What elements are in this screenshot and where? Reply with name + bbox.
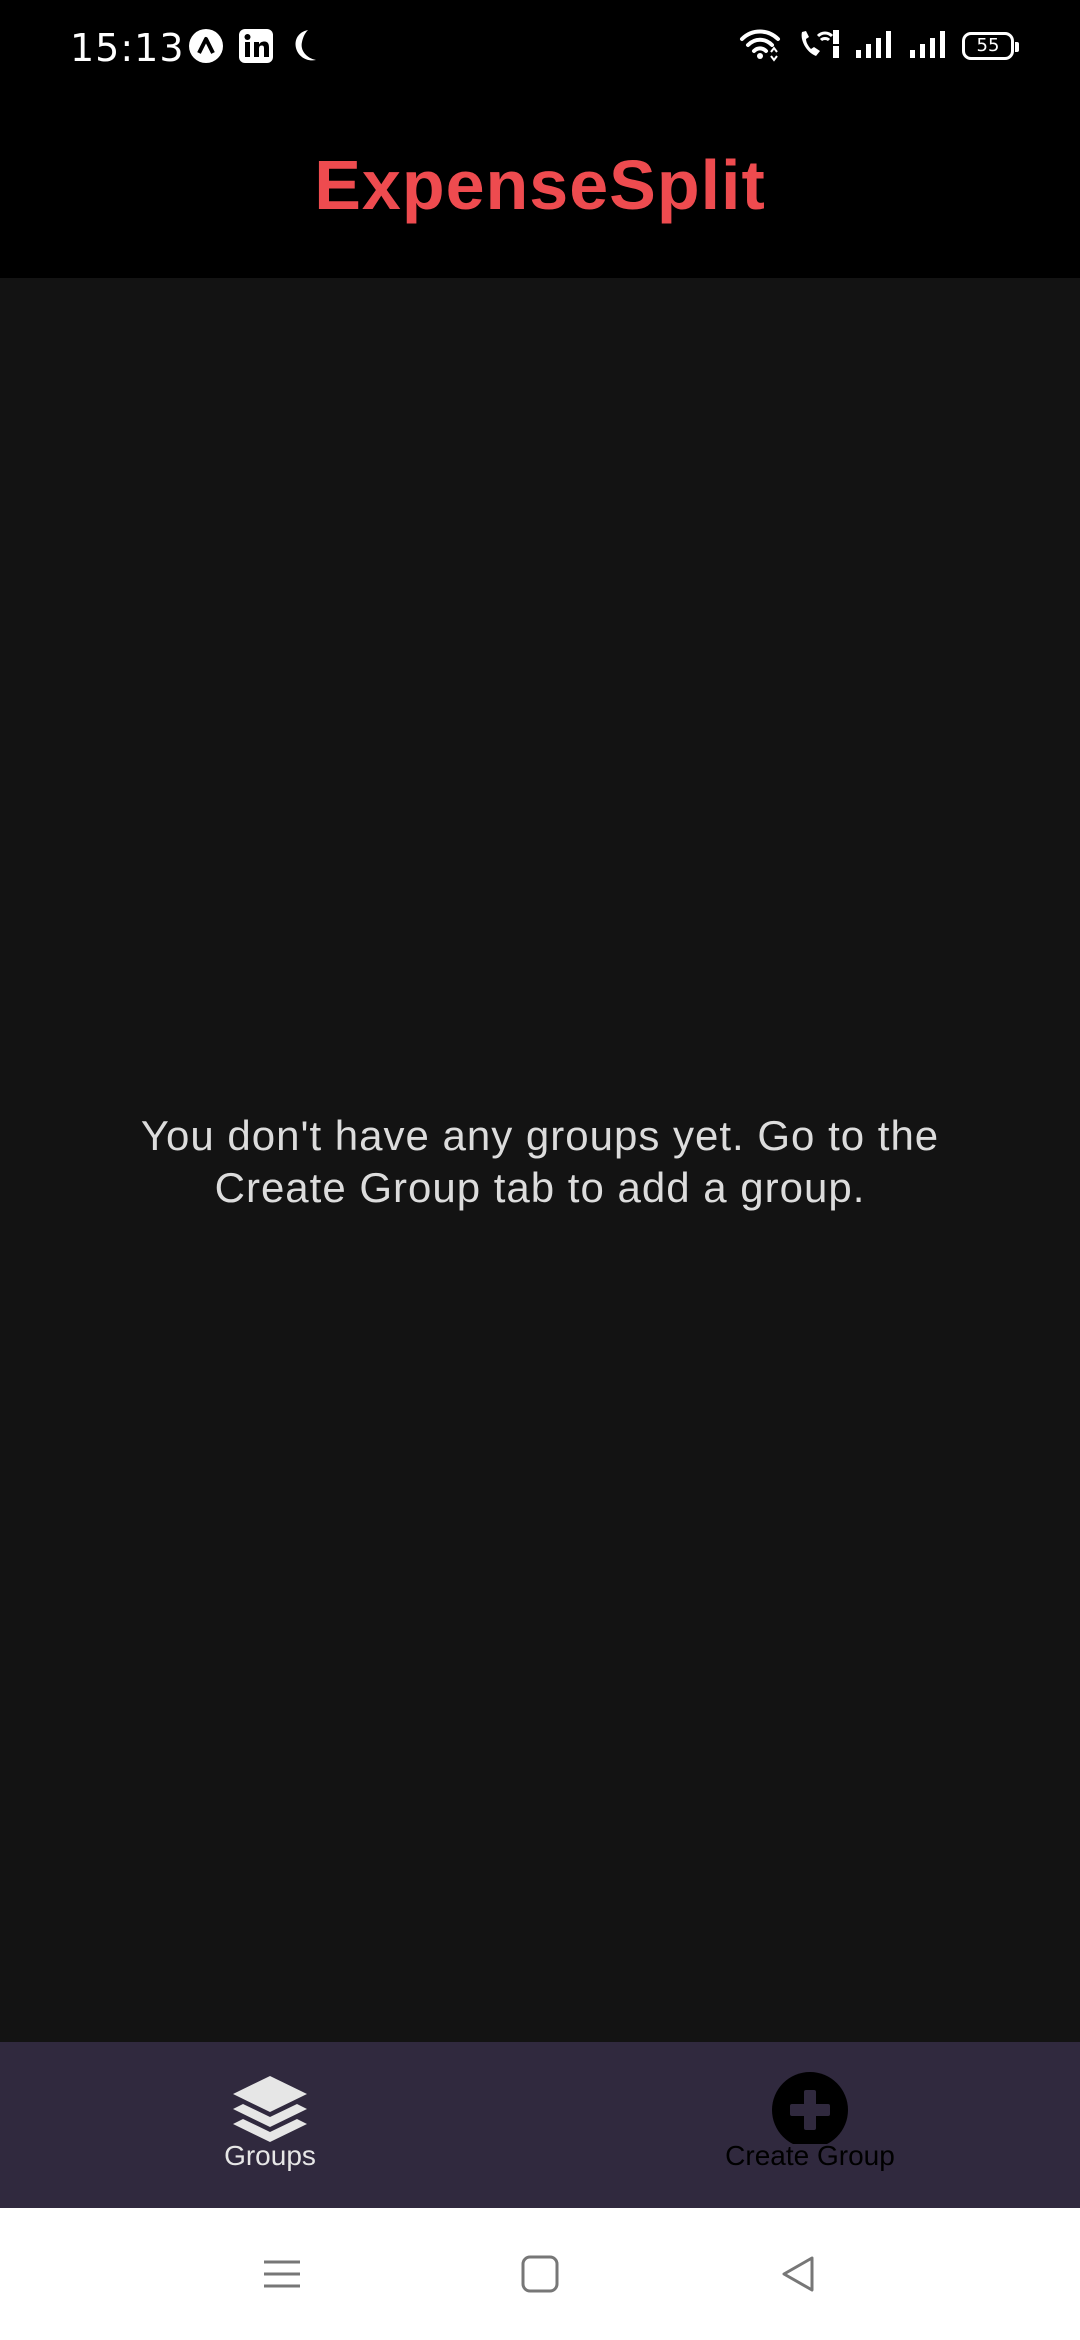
status-time: 15:13 [70,26,185,70]
battery-level: 55 [976,35,1000,56]
groups-content: You don't have any groups yet. Go to the… [0,278,1080,2042]
tab-create-group-label: Create Group [725,2140,895,2171]
status-left-icons [188,28,322,68]
signal-icon [908,28,948,64]
layers-icon [229,2072,311,2144]
app-header: ExpenseSplit [0,96,1080,278]
linkedin-icon [238,28,274,68]
bottom-tab-bar: Groups Create Group [0,2042,1080,2208]
wifi-icon [738,26,782,66]
empty-state-message: You don't have any groups yet. Go to the… [140,1112,940,1211]
home-square-icon[interactable] [508,2242,572,2306]
status-bar: 15:13 55 [0,0,1080,96]
back-triangle-icon[interactable] [766,2242,830,2306]
signal-icon [854,28,894,64]
tab-groups[interactable]: Groups [0,2042,540,2208]
wifi-calling-icon [796,26,840,66]
status-right-icons: 55 [738,26,1019,66]
plus-circle-icon [771,2072,849,2144]
app-notification-icon [188,28,224,68]
battery-icon: 55 [962,32,1019,60]
app-screen: 15:13 55 ExpenseSplit You don't have any… [0,0,1080,2340]
moon-icon [288,28,322,68]
system-nav-bar [0,2208,1080,2340]
tab-groups-label: Groups [224,2140,316,2171]
app-title: ExpenseSplit [314,146,766,224]
tab-create-group[interactable]: Create Group [540,2042,1080,2208]
menu-icon[interactable] [250,2242,314,2306]
